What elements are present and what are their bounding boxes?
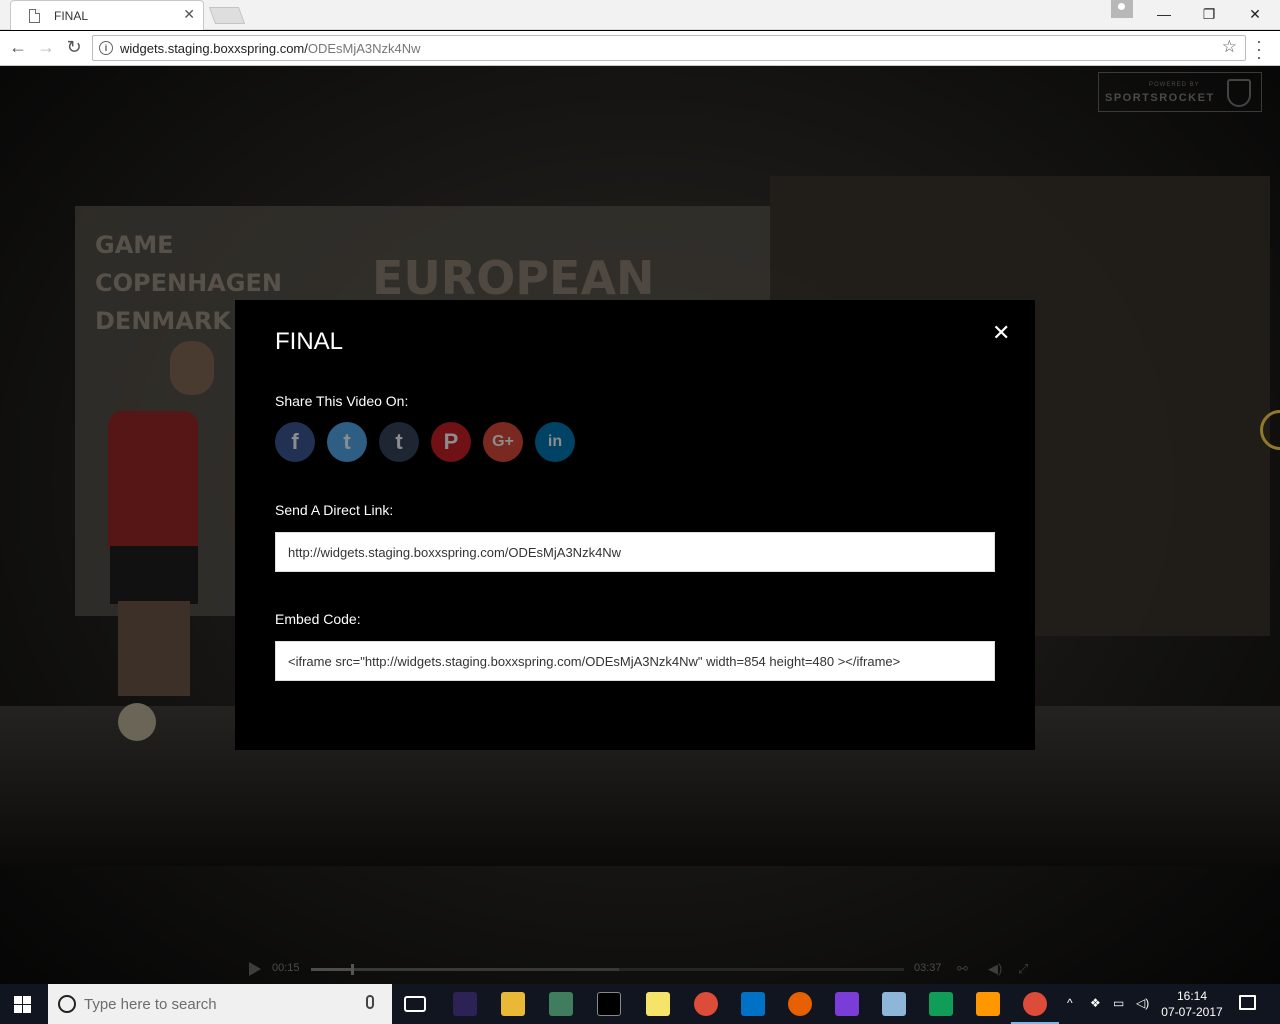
clock-time: 16:14 bbox=[1176, 989, 1208, 1003]
taskbar-search[interactable]: Type here to search bbox=[48, 984, 392, 1024]
play-icon[interactable] bbox=[249, 962, 261, 976]
git-icon[interactable] bbox=[835, 992, 859, 1016]
duration: 03:37 bbox=[914, 962, 942, 974]
video-player[interactable]: EUROPEAN GAME COPENHAGEN DENMARK POWERED B… bbox=[0, 66, 1280, 988]
new-tab-button[interactable] bbox=[208, 7, 246, 24]
forward-icon[interactable]: → bbox=[34, 35, 58, 59]
action-center-icon[interactable] bbox=[1239, 995, 1256, 1010]
video-person-shirt bbox=[108, 411, 198, 551]
sublime-icon[interactable] bbox=[976, 992, 1000, 1016]
url-text[interactable]: widgets.staging.boxxspring.com/ODEsMjA3N… bbox=[120, 41, 421, 56]
restore-button[interactable]: ❐ bbox=[1186, 0, 1232, 30]
window-close-button[interactable]: ✕ bbox=[1232, 0, 1278, 30]
sportsrocket-logo: POWERED BY SPORTSROCKET bbox=[1098, 72, 1262, 112]
tab-close-icon[interactable]: ✕ bbox=[183, 6, 195, 23]
network-icon[interactable]: ▭ bbox=[1113, 996, 1124, 1010]
address-bar[interactable]: i widgets.staging.boxxspring.com/ODEsMjA… bbox=[92, 35, 1246, 61]
eclipse-icon[interactable] bbox=[453, 992, 477, 1016]
remote-desktop-icon[interactable] bbox=[882, 992, 906, 1016]
minimize-button[interactable]: — bbox=[1141, 0, 1187, 30]
fullscreen-icon[interactable]: ⤢ bbox=[1018, 961, 1028, 977]
profile-icon[interactable] bbox=[1111, 0, 1133, 18]
player-controls: 00:15 03:37 ⚯ ◀) ⤢ bbox=[0, 958, 1280, 980]
modal-title: FINAL bbox=[275, 328, 344, 355]
logo-powered-by: POWERED BY bbox=[1149, 82, 1200, 88]
close-icon[interactable]: ✕ bbox=[992, 320, 1010, 346]
firefox-icon[interactable] bbox=[788, 992, 812, 1016]
share-modal: FINAL ✕ Share This Video On: f t t P G+ in Se… bbox=[235, 300, 1035, 750]
google-plus-icon[interactable]: G+ bbox=[483, 422, 523, 462]
search-placeholder: Type here to search bbox=[84, 996, 217, 1013]
slack-icon[interactable] bbox=[549, 992, 573, 1016]
menu-dots-icon[interactable]: · · · bbox=[1256, 32, 1264, 66]
direct-link-label: Send A Direct Link: bbox=[275, 502, 394, 518]
info-icon[interactable]: i bbox=[99, 41, 113, 55]
tray-chevron-icon[interactable]: ^ bbox=[1067, 996, 1073, 1010]
reload-icon[interactable]: ↻ bbox=[62, 35, 86, 59]
browser-tab-bar: FINAL ✕ — ❐ ✕ bbox=[0, 0, 1280, 30]
dropbox-icon[interactable]: ❖ bbox=[1090, 996, 1101, 1010]
share-label: Share This Video On: bbox=[275, 393, 409, 409]
cmd-icon[interactable] bbox=[597, 992, 621, 1016]
progress-handle[interactable] bbox=[351, 964, 355, 975]
tab-title: FINAL bbox=[54, 9, 89, 23]
tumblr-icon[interactable]: t bbox=[379, 422, 419, 462]
video-person-legs bbox=[118, 601, 190, 696]
windows-start-icon[interactable] bbox=[14, 996, 32, 1013]
browser-tab[interactable]: FINAL ✕ bbox=[10, 0, 204, 30]
chrome-active-icon[interactable] bbox=[1011, 992, 1059, 1024]
shield-icon bbox=[1227, 79, 1251, 107]
progress-bar[interactable] bbox=[311, 964, 904, 975]
cortana-icon[interactable] bbox=[58, 995, 76, 1013]
pinterest-icon[interactable]: P bbox=[431, 422, 471, 462]
played-bar bbox=[311, 968, 352, 971]
sticky-notes-icon[interactable] bbox=[646, 992, 670, 1016]
clock-date: 07-07-2017 bbox=[1161, 1005, 1223, 1019]
linkedin-icon[interactable]: in bbox=[535, 422, 575, 462]
clock[interactable]: 16:14 07-07-2017 bbox=[1160, 988, 1224, 1020]
twitter-icon[interactable]: t bbox=[327, 422, 367, 462]
browser-toolbar: ← → ↻ i widgets.staging.boxxspring.com/O… bbox=[0, 31, 1280, 66]
share-icon[interactable]: ⚯ bbox=[957, 961, 968, 977]
current-time: 00:15 bbox=[272, 962, 300, 974]
video-ball bbox=[118, 703, 156, 741]
back-icon[interactable]: ← bbox=[6, 35, 30, 59]
embed-code-field[interactable]: <iframe src="http://widgets.staging.boxx… bbox=[275, 641, 995, 681]
logo-brand: SPORTSROCKET bbox=[1105, 92, 1215, 104]
share-icons: f t t P G+ in bbox=[275, 422, 575, 462]
buffered-bar bbox=[311, 968, 620, 971]
outlook-icon[interactable] bbox=[741, 992, 765, 1016]
speaker-icon[interactable]: ◁) bbox=[1136, 996, 1149, 1010]
volume-icon[interactable]: ◀) bbox=[988, 961, 1002, 977]
video-frame-text: EUROPEAN bbox=[372, 251, 655, 305]
video-person-shorts bbox=[110, 546, 198, 604]
sheets-icon[interactable] bbox=[929, 992, 953, 1016]
microphone-icon[interactable] bbox=[366, 995, 374, 1009]
facebook-icon[interactable]: f bbox=[275, 422, 315, 462]
direct-link-field[interactable]: http://widgets.staging.boxxspring.com/OD… bbox=[275, 532, 995, 572]
task-view-icon[interactable] bbox=[404, 996, 426, 1012]
chrome-icon[interactable] bbox=[694, 992, 718, 1016]
page-icon bbox=[29, 9, 40, 23]
video-person bbox=[170, 341, 214, 395]
bookmark-star-icon[interactable]: ☆ bbox=[1222, 37, 1237, 57]
embed-code-label: Embed Code: bbox=[275, 611, 361, 627]
taskbar: Type here to search ^ ❖ ▭ ◁) 16:14 07-07… bbox=[0, 984, 1280, 1024]
file-explorer-icon[interactable] bbox=[501, 992, 525, 1016]
